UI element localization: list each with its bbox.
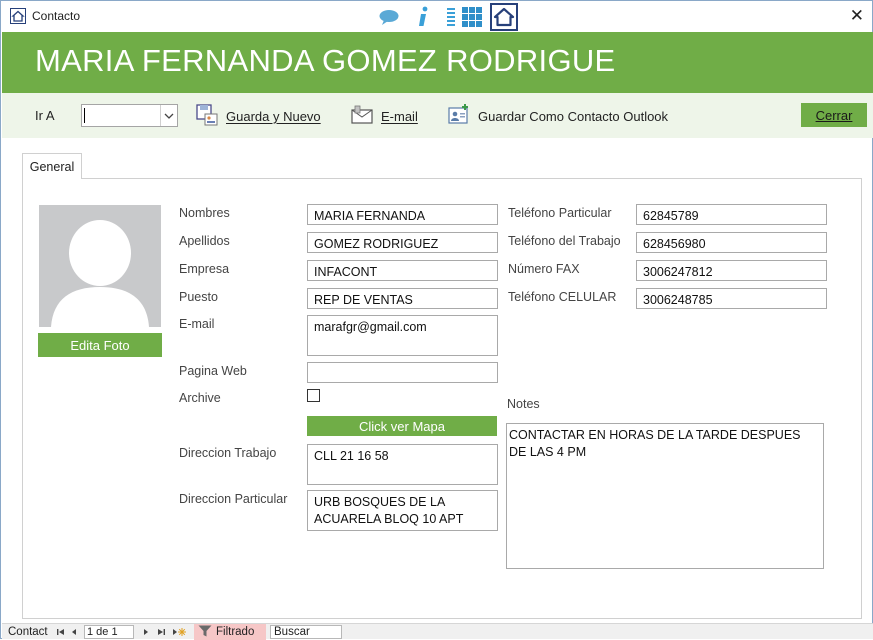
contact-photo (39, 205, 161, 327)
empresa-field[interactable]: INFACONT (307, 260, 498, 281)
contact-header: MARIA FERNANDA GOMEZ RODRIGUE (2, 32, 873, 93)
title-bar: Contacto ✕ (1, 1, 872, 32)
archive-label: Archive (179, 391, 221, 405)
next-record-icon[interactable] (142, 625, 150, 639)
outlook-contact-icon (447, 103, 471, 130)
save-new-icon (195, 103, 219, 130)
edita-foto-button[interactable]: Edita Foto (38, 333, 162, 357)
apellidos-field[interactable]: GOMEZ RODRIGUEZ (307, 232, 498, 253)
email-button-label: E-mail (381, 108, 418, 124)
telefono-celular-label: Teléfono CELULAR (508, 290, 617, 304)
record-label: Contact (8, 626, 48, 638)
text-cursor (84, 108, 85, 123)
first-record-icon[interactable] (56, 625, 66, 639)
puesto-field[interactable]: REP DE VENTAS (307, 288, 498, 309)
puesto-label: Puesto (179, 290, 218, 304)
record-position-field[interactable]: 1 de 1 (84, 625, 134, 639)
guarda-y-nuevo-label: Guarda y Nuevo (226, 108, 321, 124)
telefono-particular-label: Teléfono Particular (508, 206, 612, 220)
telefono-trabajo-field[interactable]: 628456980 (636, 232, 827, 253)
numero-fax-label: Número FAX (508, 262, 580, 276)
telefono-celular-field[interactable]: 3006248785 (636, 288, 827, 309)
info-icon[interactable] (413, 5, 433, 29)
telefono-particular-field[interactable]: 62845789 (636, 204, 827, 225)
direccion-trabajo-label: Direccion Trabajo (179, 446, 277, 460)
search-field[interactable]: Buscar (270, 625, 342, 639)
new-record-icon[interactable] (171, 625, 187, 639)
toolbar: Ir A Guarda y Nuevo E-mail Guardar Como … (2, 93, 873, 138)
nombres-field[interactable]: MARIA FERNANDA (307, 204, 498, 225)
guarda-y-nuevo-button[interactable]: Guarda y Nuevo (195, 103, 321, 129)
ver-mapa-button[interactable]: Click ver Mapa (307, 416, 497, 436)
app-home-icon (10, 8, 26, 24)
direccion-trabajo-field[interactable]: CLL 21 16 58 (307, 444, 498, 485)
list-icon[interactable] (444, 5, 458, 29)
direccion-particular-label: Direccion Particular (179, 492, 288, 506)
previous-record-icon[interactable] (70, 625, 78, 639)
numero-fax-field[interactable]: 3006247812 (636, 260, 827, 281)
archive-checkbox[interactable] (307, 389, 320, 402)
contact-name-heading: MARIA FERNANDA GOMEZ RODRIGUE (35, 43, 616, 78)
grid-icon[interactable] (460, 5, 484, 29)
chevron-down-icon[interactable] (160, 105, 177, 126)
filter-icon (198, 625, 212, 640)
home-icon[interactable] (490, 3, 518, 31)
last-record-icon[interactable] (156, 625, 166, 639)
close-icon[interactable]: ✕ (850, 6, 864, 26)
notes-label: Notes (507, 397, 540, 411)
filter-toggle[interactable]: Filtrado (194, 624, 266, 640)
email-field[interactable]: marafgr@gmail.com (307, 315, 498, 356)
notes-field[interactable]: CONTACTAR EN HORAS DE LA TARDE DESPUES D… (506, 423, 824, 569)
window-title: Contacto (32, 9, 81, 23)
direccion-particular-field[interactable]: URB BOSQUES DE LA ACUARELA BLOQ 10 APT (307, 490, 498, 531)
telefono-trabajo-label: Teléfono del Trabajo (508, 234, 621, 248)
pagina-web-label: Pagina Web (179, 364, 247, 378)
tab-general[interactable]: General (22, 153, 82, 179)
contact-window: Contacto ✕ MARIA FERNANDA GOMEZ RODRIGUE… (0, 0, 873, 640)
nombres-label: Nombres (179, 206, 230, 220)
email-icon (350, 104, 374, 129)
avatar-placeholder-icon (51, 220, 149, 327)
pagina-web-field[interactable] (307, 362, 498, 383)
guardar-contacto-outlook-button[interactable]: Guardar Como Contacto Outlook (447, 103, 668, 129)
ir-a-combobox[interactable] (81, 104, 178, 127)
email-label: E-mail (179, 317, 215, 331)
filter-label: Filtrado (216, 626, 255, 638)
chat-bubble-icon[interactable] (377, 5, 401, 29)
apellidos-label: Apellidos (179, 234, 230, 248)
guardar-contacto-outlook-label: Guardar Como Contacto Outlook (478, 108, 669, 124)
record-navigation-bar: Contact 1 de 1 Filtrado Buscar (2, 623, 873, 640)
email-button[interactable]: E-mail (350, 103, 418, 129)
empresa-label: Empresa (179, 262, 230, 276)
cerrar-button[interactable]: Cerrar (801, 103, 867, 127)
ir-a-label: Ir A (35, 108, 55, 123)
